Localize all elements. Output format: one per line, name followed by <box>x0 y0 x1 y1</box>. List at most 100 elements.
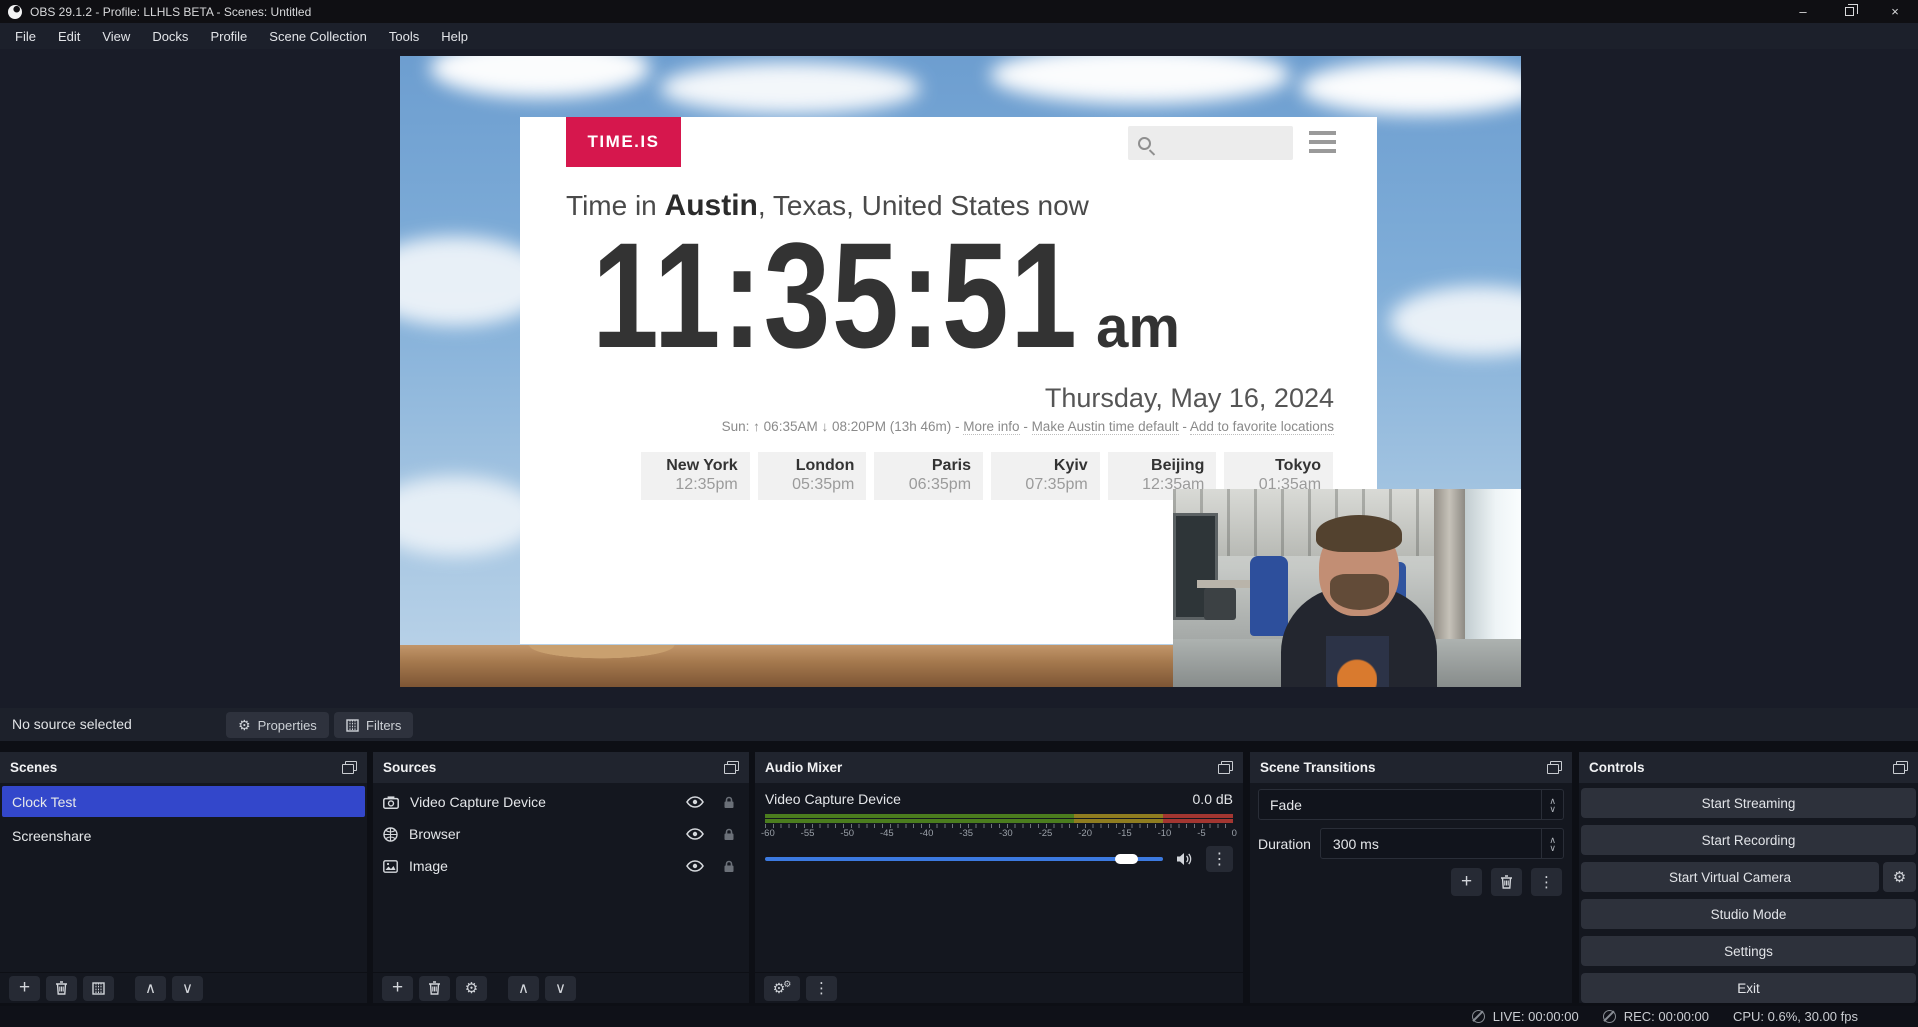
minimize-button[interactable]: – <box>1780 0 1826 23</box>
program-canvas[interactable]: TIME.IS Time in Austin, Texas, United St… <box>400 56 1521 687</box>
move-scene-up-button[interactable]: ∧ <box>135 976 166 1001</box>
add-scene-button[interactable]: + <box>9 976 40 1001</box>
record-inactive-icon <box>1603 1010 1616 1023</box>
start-virtual-camera-button[interactable]: Start Virtual Camera <box>1581 862 1879 892</box>
more-info-link[interactable]: More info <box>963 419 1019 435</box>
stream-inactive-icon <box>1472 1010 1485 1023</box>
source-row-browser[interactable]: Browser <box>373 819 749 849</box>
speaker-icon <box>1176 852 1193 866</box>
scenes-panel-header[interactable]: Scenes <box>0 752 367 783</box>
obs-logo-icon <box>8 5 22 19</box>
menu-docks[interactable]: Docks <box>141 29 199 44</box>
advanced-audio-button[interactable]: ⚙⚙ <box>764 976 800 1001</box>
mixer-menu-button[interactable]: ⋮ <box>806 976 837 1001</box>
menu-help[interactable]: Help <box>430 29 479 44</box>
start-streaming-button[interactable]: Start Streaming <box>1581 788 1916 818</box>
lock-toggle[interactable] <box>719 828 739 841</box>
menu-view[interactable]: View <box>91 29 141 44</box>
visibility-toggle[interactable] <box>682 828 708 840</box>
audio-mixer-toolbar: ⚙⚙ ⋮ <box>755 972 1243 1003</box>
start-recording-button[interactable]: Start Recording <box>1581 825 1916 855</box>
city-tile[interactable]: Kyiv07:35pm <box>991 452 1100 500</box>
dock-area: Scenes Clock Test Screenshare + ∧ ∨ Sour… <box>0 741 1918 1006</box>
popout-dock-icon[interactable] <box>342 761 357 774</box>
volume-meter <box>765 814 1233 823</box>
blue-couch <box>1250 556 1288 635</box>
sources-list: Video Capture Device Browser Image <box>373 783 749 972</box>
status-bar: LIVE: 00:00:00 REC: 00:00:00 CPU: 0.6%, … <box>0 1006 1918 1027</box>
hamburger-menu-icon[interactable] <box>1309 131 1336 153</box>
timeis-logo[interactable]: TIME.IS <box>566 117 681 167</box>
scenes-list: Clock Test Screenshare <box>0 783 367 972</box>
scene-item-screenshare[interactable]: Screenshare <box>2 820 365 851</box>
filter-icon <box>346 719 359 732</box>
add-favorite-link[interactable]: Add to favorite locations <box>1190 419 1334 435</box>
scene-transitions-header[interactable]: Scene Transitions <box>1250 752 1572 783</box>
filters-button[interactable]: Filters <box>334 712 413 738</box>
scene-filters-button[interactable] <box>83 976 114 1001</box>
add-transition-button[interactable]: + <box>1451 868 1482 896</box>
lock-toggle[interactable] <box>719 796 739 809</box>
camera-icon <box>383 796 399 809</box>
trash-icon <box>428 981 441 995</box>
city-tile[interactable]: Paris06:35pm <box>874 452 983 500</box>
visibility-toggle[interactable] <box>682 860 708 872</box>
webcam-overlay[interactable] <box>1173 489 1521 687</box>
virtual-camera-config-button[interactable]: ⚙ <box>1883 862 1916 892</box>
rec-status: REC: 00:00:00 <box>1603 1009 1709 1024</box>
remove-transition-button[interactable] <box>1491 868 1522 896</box>
menu-edit[interactable]: Edit <box>47 29 91 44</box>
menu-bar: File Edit View Docks Profile Scene Colle… <box>0 23 1918 49</box>
settings-button[interactable]: Settings <box>1581 936 1916 966</box>
eye-icon <box>686 828 704 840</box>
menu-file[interactable]: File <box>4 29 47 44</box>
source-row-image[interactable]: Image <box>373 851 749 881</box>
menu-tools[interactable]: Tools <box>378 29 430 44</box>
source-properties-button[interactable]: ⚙ <box>456 976 487 1001</box>
obs-window: OBS 29.1.2 - Profile: LLHLS BETA - Scene… <box>0 0 1918 1027</box>
remove-scene-button[interactable] <box>46 976 77 1001</box>
menu-profile[interactable]: Profile <box>199 29 258 44</box>
transition-options-button[interactable]: ⋮ <box>1531 868 1562 896</box>
popout-dock-icon[interactable] <box>1893 761 1908 774</box>
mute-toggle[interactable] <box>1172 852 1197 866</box>
spinner-updown-icon[interactable]: ∧∨ <box>1541 829 1563 858</box>
move-scene-down-button[interactable]: ∨ <box>172 976 203 1001</box>
add-source-button[interactable]: + <box>382 976 413 1001</box>
lock-toggle[interactable] <box>719 860 739 873</box>
volume-slider[interactable] <box>765 857 1163 861</box>
move-source-up-button[interactable]: ∧ <box>508 976 539 1001</box>
audio-mixer-header[interactable]: Audio Mixer <box>755 752 1243 783</box>
volume-slider-handle[interactable] <box>1115 854 1138 864</box>
visibility-toggle[interactable] <box>682 796 708 808</box>
duration-input[interactable]: 300 ms ∧∨ <box>1320 828 1564 859</box>
studio-mode-button[interactable]: Studio Mode <box>1581 899 1916 929</box>
close-button[interactable]: × <box>1872 0 1918 23</box>
source-row-video-capture[interactable]: Video Capture Device <box>373 787 749 817</box>
make-default-link[interactable]: Make Austin time default <box>1032 419 1179 435</box>
menu-scene-collection[interactable]: Scene Collection <box>258 29 378 44</box>
popout-dock-icon[interactable] <box>724 761 739 774</box>
timeis-searchbox[interactable] <box>1128 126 1293 160</box>
city-tile[interactable]: New York12:35pm <box>641 452 750 500</box>
image-icon <box>383 860 398 873</box>
city-tile[interactable]: London05:35pm <box>758 452 867 500</box>
transition-select[interactable]: Fade ∧∨ <box>1258 789 1564 820</box>
scenes-toolbar: + ∧ ∨ <box>0 972 367 1003</box>
popout-dock-icon[interactable] <box>1218 761 1233 774</box>
popout-dock-icon[interactable] <box>1547 761 1562 774</box>
scene-item-clock-test[interactable]: Clock Test <box>2 786 365 817</box>
controls-panel: Controls Start Streaming Start Recording… <box>1579 752 1918 1003</box>
chevron-updown-icon[interactable]: ∧∨ <box>1541 790 1563 819</box>
sources-panel: Sources Video Capture Device Browser <box>373 752 749 1003</box>
move-source-down-button[interactable]: ∨ <box>545 976 576 1001</box>
window-title: OBS 29.1.2 - Profile: LLHLS BETA - Scene… <box>30 5 311 19</box>
exit-button[interactable]: Exit <box>1581 973 1916 1003</box>
mixer-options-button[interactable]: ⋮ <box>1206 846 1233 872</box>
controls-header[interactable]: Controls <box>1579 752 1918 783</box>
remove-source-button[interactable] <box>419 976 450 1001</box>
sources-panel-header[interactable]: Sources <box>373 752 749 783</box>
restore-button[interactable] <box>1826 0 1872 23</box>
timeis-clock: 11:35:51 am <box>592 217 1180 375</box>
properties-button[interactable]: ⚙ Properties <box>226 712 329 738</box>
